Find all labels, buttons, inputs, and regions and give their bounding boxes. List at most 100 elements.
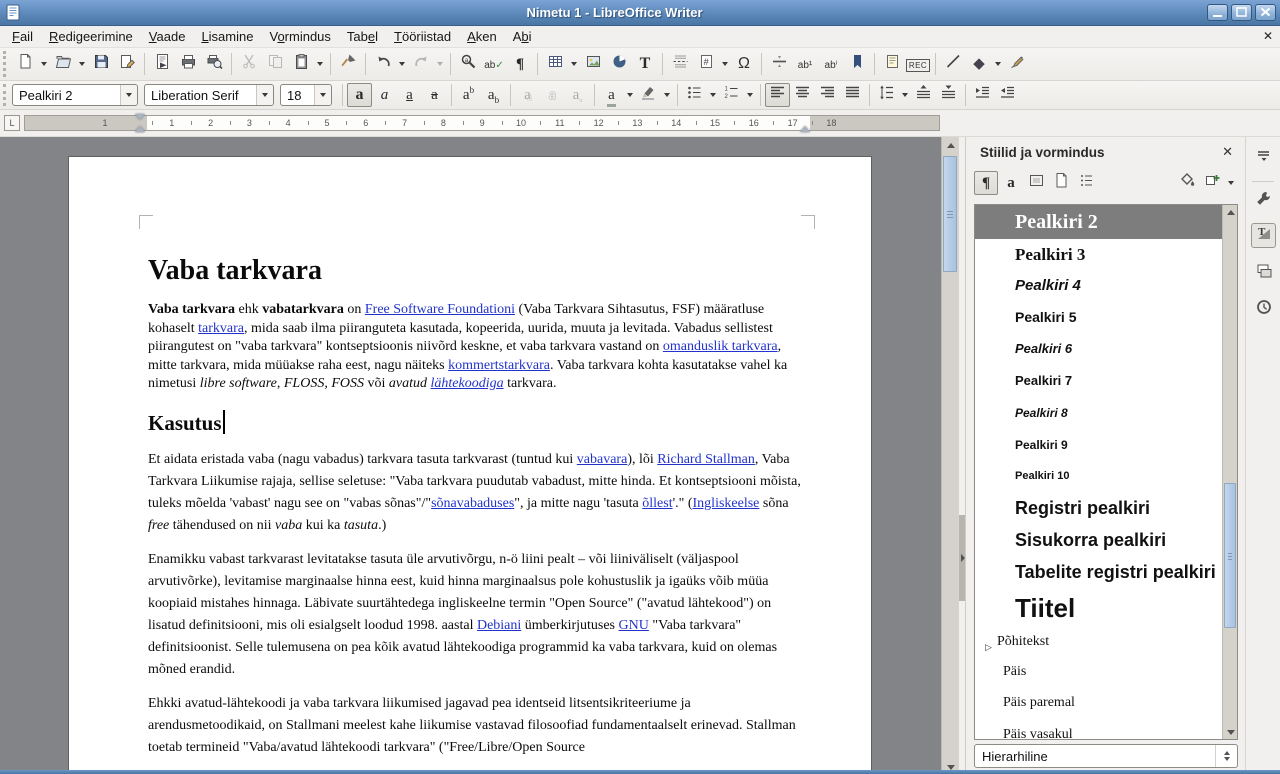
expand-triangle-icon[interactable]: ▷ — [985, 634, 992, 656]
font-size-dropdown[interactable] — [314, 85, 331, 105]
first-line-indent-marker[interactable] — [135, 114, 145, 120]
font-size-combo[interactable]: 18 — [280, 84, 332, 106]
para-space-increase-button[interactable] — [911, 83, 936, 107]
edit-file-button[interactable] — [114, 51, 140, 77]
menu-fail[interactable]: Fail — [4, 27, 41, 46]
page-break-button[interactable] — [667, 51, 693, 77]
bold-button[interactable]: a — [347, 83, 372, 107]
document-heading-2[interactable]: Kasutus — [148, 410, 811, 437]
insert-table-dropdown[interactable] — [568, 51, 580, 77]
undo-dropdown[interactable] — [396, 51, 408, 77]
new-style-from-selection-dropdown[interactable] — [1225, 170, 1237, 196]
menu-vaade[interactable]: Vaade — [141, 27, 194, 46]
insert-fields-button[interactable]: # — [693, 51, 719, 77]
highlighting-button[interactable] — [636, 83, 661, 107]
open-document-button[interactable] — [50, 51, 76, 77]
hyperlink[interactable]: sõnavabaduses — [431, 496, 514, 511]
tab-type-selector[interactable]: L — [4, 115, 20, 131]
clone-formatting-button[interactable] — [335, 51, 361, 77]
insert-table-button[interactable] — [542, 51, 568, 77]
sidebar-tab-gallery[interactable] — [1251, 261, 1276, 286]
left-indent-marker[interactable] — [135, 126, 145, 132]
font-color-button[interactable]: a — [599, 83, 624, 107]
paragraph-style-dropdown[interactable] — [120, 85, 137, 105]
indent-increase-button[interactable] — [970, 83, 995, 107]
print-preview-button[interactable] — [201, 51, 227, 77]
scroll-up-button[interactable] — [942, 137, 959, 153]
align-left-button[interactable] — [765, 83, 790, 107]
font-name-combo[interactable]: Liberation Serif — [144, 84, 274, 106]
hyperlink[interactable]: tarkvara — [198, 321, 244, 336]
subscript-button[interactable]: ab — [481, 83, 506, 107]
menu-tooriistad[interactable]: Tööriistad — [386, 27, 459, 46]
record-changes-button[interactable]: REC — [905, 51, 931, 77]
panel-close-button[interactable]: ✕ — [1222, 144, 1233, 160]
font-name-dropdown[interactable] — [256, 85, 273, 105]
hyperlink[interactable]: GNU — [619, 618, 649, 633]
right-indent-marker[interactable] — [800, 126, 810, 132]
sidebar-tab-navigator[interactable] — [1251, 297, 1276, 322]
close-button[interactable] — [1255, 4, 1276, 21]
superscript-button[interactable]: ab — [456, 83, 481, 107]
numbering-button[interactable]: 12 — [719, 83, 744, 107]
paragraph-styles-button[interactable]: ¶ — [974, 171, 998, 195]
style-item[interactable]: Pealkiri 7 — [975, 365, 1222, 397]
export-pdf-button[interactable] — [149, 51, 175, 77]
sidebar-menu-button[interactable] — [1251, 145, 1276, 170]
style-item[interactable]: Põhitekst▷ — [975, 628, 1222, 656]
horizontal-rule-button[interactable] — [766, 51, 792, 77]
indent-decrease-button[interactable] — [995, 83, 1020, 107]
style-item[interactable]: Pealkiri 9 — [975, 429, 1222, 461]
menu-redigeerimine[interactable]: Redigeerimine — [41, 27, 141, 46]
insert-image-button[interactable] — [580, 51, 606, 77]
line-spacing-dropdown[interactable] — [899, 82, 911, 108]
basic-shapes-dropdown[interactable] — [992, 51, 1004, 77]
style-filter-combo[interactable]: Hierarhiline — [974, 744, 1238, 768]
insert-comment-button[interactable] — [879, 51, 905, 77]
frame-styles-button[interactable] — [1024, 171, 1048, 195]
insert-line-button[interactable] — [940, 51, 966, 77]
hyperlink[interactable]: omanduslik tarkvara — [663, 339, 778, 354]
hyperlink[interactable]: Debiani — [477, 618, 521, 633]
underline-button[interactable]: a — [397, 83, 422, 107]
print-button[interactable] — [175, 51, 201, 77]
style-item[interactable]: Pealkiri 8 — [975, 397, 1222, 429]
maximize-button[interactable] — [1231, 4, 1252, 21]
toolbar-grip[interactable] — [3, 84, 10, 106]
spellcheck-button[interactable]: ab✓ — [481, 51, 507, 77]
undo-button[interactable] — [370, 51, 396, 77]
style-item[interactable]: Pealkiri 6 — [975, 333, 1222, 365]
formatting-marks-button[interactable]: ¶ — [507, 51, 533, 77]
find-replace-button[interactable]: a — [455, 51, 481, 77]
style-item[interactable]: Registri pealkiri — [975, 492, 1222, 524]
style-item[interactable]: Sisukorra pealkiri — [975, 524, 1222, 556]
save-button[interactable] — [88, 51, 114, 77]
sidebar-tab-properties[interactable] — [1251, 189, 1276, 214]
paragraph-style-combo[interactable]: Pealkiri 2 — [12, 84, 138, 106]
style-filter-spinner[interactable] — [1215, 745, 1237, 767]
insert-textbox-button[interactable]: T — [632, 51, 658, 77]
insert-fields-dropdown[interactable] — [719, 51, 731, 77]
insert-endnote-button[interactable]: abⁱ — [818, 51, 844, 77]
style-item[interactable]: Pealkiri 3 — [975, 239, 1222, 270]
style-item[interactable]: Pealkiri 10 — [975, 461, 1222, 492]
new-document-dropdown[interactable] — [38, 51, 50, 77]
styles-list-scrollbar[interactable] — [1222, 205, 1237, 739]
page-styles-button[interactable] — [1049, 171, 1073, 195]
paragraph[interactable]: Et aidata eristada vaba (nagu vabadus) t… — [148, 449, 805, 537]
style-item[interactable]: Pealkiri 2 — [975, 205, 1222, 239]
special-character-button[interactable]: Ω — [731, 51, 757, 77]
bullets-button[interactable] — [682, 83, 707, 107]
hyperlink[interactable]: kommertstarkvara — [448, 358, 550, 373]
style-item[interactable]: Päis paremal — [975, 687, 1222, 719]
minimize-button[interactable] — [1207, 4, 1228, 21]
hyperlink[interactable]: Richard Stallman — [657, 452, 755, 467]
document-vertical-scrollbar[interactable] — [941, 137, 958, 774]
insert-chart-button[interactable] — [606, 51, 632, 77]
scrollbar-thumb[interactable] — [943, 156, 957, 272]
hyperlink[interactable]: lähtekoodiga — [431, 376, 504, 391]
strikethrough-button[interactable]: a — [422, 83, 447, 107]
character-styles-button[interactable]: a — [999, 171, 1023, 195]
style-item[interactable]: Tabelite registri pealkiri — [975, 556, 1222, 588]
paragraph[interactable]: Vaba tarkvara ehk vabatarkvara on Free S… — [148, 301, 805, 394]
